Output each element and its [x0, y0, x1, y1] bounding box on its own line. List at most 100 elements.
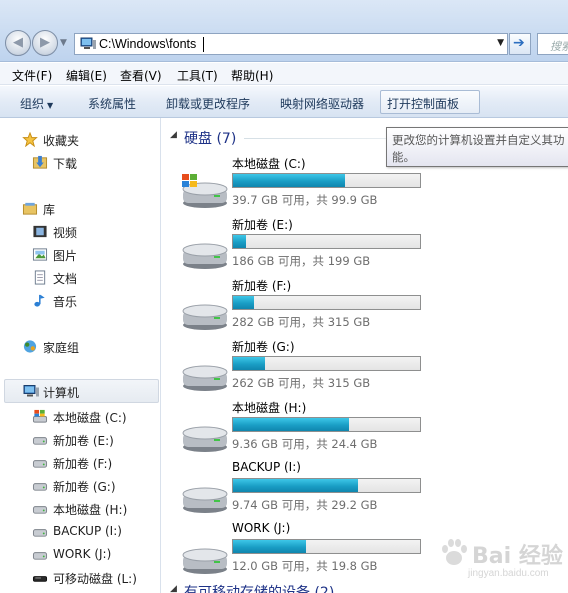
group-removable-storage[interactable]: ◢ 有可移动存储的设备 (2)	[162, 582, 568, 593]
capacity-bar	[232, 356, 421, 371]
drive-name: 本地磁盘 (H:)	[232, 401, 307, 415]
capacity-fill	[233, 296, 254, 309]
back-button[interactable]: ◀	[5, 30, 31, 56]
drive-name: 新加卷 (G:)	[232, 340, 295, 354]
music-note-icon	[34, 294, 45, 307]
homegroup-icon	[23, 340, 37, 353]
nav-drive-f[interactable]: 新加卷 (F:)	[32, 453, 156, 473]
control-panel-tooltip: 更改您的计算机设置并自定义其功能。	[386, 127, 568, 167]
capacity-bar	[232, 478, 421, 493]
nav-drive-g[interactable]: 新加卷 (G:)	[32, 476, 156, 496]
drive-icon	[32, 552, 48, 560]
nav-videos[interactable]: 视频	[32, 222, 152, 242]
tooltip-text: 更改您的计算机设置并自定义其功能。	[392, 133, 565, 164]
capacity-bar	[232, 234, 421, 249]
drive-name: WORK (J:)	[232, 521, 291, 535]
go-button[interactable]: ➔	[509, 33, 531, 55]
collapse-arrow-icon[interactable]: ◢	[170, 130, 177, 140]
uninstall-program-button[interactable]: 卸载或更改程序	[160, 90, 256, 114]
capacity-fill	[233, 479, 359, 492]
nav-drive-j[interactable]: WORK (J:)	[32, 545, 156, 565]
removable-drive-icon	[32, 576, 48, 582]
star-icon	[22, 132, 38, 147]
address-input[interactable]: C:\Windows\fonts ▼	[74, 33, 508, 55]
chevron-down-icon: ▼	[47, 101, 54, 110]
nav-downloads[interactable]: 下载	[32, 153, 152, 173]
nav-homegroup[interactable]: 家庭组	[22, 337, 152, 357]
nav-libraries[interactable]: 库	[22, 199, 152, 219]
drive-tile-i[interactable]: BACKUP (I:) 9.74 GB 可用，共 29.2 GB	[162, 460, 568, 520]
nav-drive-l[interactable]: 可移动磁盘 (L:)	[32, 568, 156, 588]
organize-button[interactable]: 组织 ▼	[14, 90, 59, 114]
menu-bar: 文件(F) 编辑(E) 查看(V) 工具(T) 帮助(H)	[0, 63, 568, 85]
open-control-panel-button[interactable]: 打开控制面板	[380, 90, 480, 114]
video-icon	[33, 225, 47, 238]
back-arrow-icon: ◀	[13, 35, 23, 50]
capacity-bar	[232, 173, 421, 188]
windows-drive-icon	[32, 409, 48, 423]
drive-icon	[32, 460, 48, 468]
nav-drive-c[interactable]: 本地磁盘 (C:)	[32, 407, 156, 427]
menu-file[interactable]: 文件(F)	[12, 67, 52, 84]
nav-drive-i[interactable]: BACKUP (I:)	[32, 522, 156, 542]
drive-capacity-text: 9.74 GB 可用，共 29.2 GB	[232, 498, 378, 512]
nav-music[interactable]: 音乐	[32, 291, 152, 311]
nav-documents[interactable]: 文档	[32, 268, 152, 288]
drive-icon	[182, 304, 228, 330]
navigation-pane: 收藏夹 下载 库 视频 图片 文档 音乐 家庭组 计算机 本地磁盘 (C:) 新…	[0, 118, 161, 593]
drive-name: 新加卷 (E:)	[232, 218, 293, 232]
capacity-fill	[233, 174, 346, 187]
search-input[interactable]: 搜索	[537, 33, 568, 55]
group-title: 有可移动存储的设备 (2)	[184, 585, 335, 593]
drive-icon	[32, 506, 48, 514]
drive-icon	[182, 487, 228, 513]
drive-tile-h[interactable]: 本地磁盘 (H:) 9.36 GB 可用，共 24.4 GB	[162, 399, 568, 459]
nav-computer[interactable]: 计算机	[4, 379, 159, 403]
drive-icon	[182, 548, 228, 574]
go-arrow-icon: ➔	[513, 35, 525, 51]
nav-drive-h[interactable]: 本地磁盘 (H:)	[32, 499, 156, 519]
address-dropdown-icon[interactable]: ▼	[497, 38, 504, 48]
drive-capacity-text: 9.36 GB 可用，共 24.4 GB	[232, 437, 378, 451]
capacity-fill	[233, 540, 306, 553]
text-caret	[203, 37, 204, 52]
nav-drive-e[interactable]: 新加卷 (E:)	[32, 430, 156, 450]
downloads-folder-icon	[32, 155, 48, 169]
menu-help[interactable]: 帮助(H)	[231, 67, 273, 84]
capacity-fill	[233, 418, 349, 431]
drive-tile-e[interactable]: 新加卷 (E:) 186 GB 可用，共 199 GB	[162, 216, 568, 276]
system-properties-button[interactable]: 系统属性	[82, 90, 142, 114]
document-icon	[34, 270, 46, 285]
content-pane: ◢ 硬盘 (7) 本地磁盘 (C:) 39.7 GB 可用，共 99.9 GB	[162, 118, 568, 593]
watermark-url: jingyan.baidu.com	[468, 568, 549, 579]
address-path[interactable]: C:\Windows\fonts	[99, 37, 196, 51]
command-bar: 组织 ▼ 系统属性 卸载或更改程序 映射网络驱动器 打开控制面板	[0, 86, 568, 118]
library-icon	[22, 202, 38, 215]
nav-favorites[interactable]: 收藏夹	[22, 130, 152, 150]
drive-capacity-text: 262 GB 可用，共 315 GB	[232, 376, 371, 390]
drive-icon	[32, 529, 48, 537]
drive-tile-g[interactable]: 新加卷 (G:) 262 GB 可用，共 315 GB	[162, 338, 568, 398]
menu-edit[interactable]: 编辑(E)	[66, 67, 107, 84]
baidu-watermark: Bai 经验 jingyan.baidu.com	[432, 530, 568, 582]
collapse-arrow-icon[interactable]: ◢	[170, 584, 177, 593]
capacity-fill	[233, 235, 247, 248]
drive-icon	[32, 483, 48, 491]
menu-view[interactable]: 查看(V)	[120, 67, 162, 84]
drive-icon	[182, 426, 228, 452]
history-dropdown-icon[interactable]: ▼	[60, 38, 67, 48]
forward-button[interactable]: ▶	[32, 30, 58, 56]
watermark-text: Bai 经验	[472, 544, 563, 569]
drive-name: 新加卷 (F:)	[232, 279, 292, 293]
drive-capacity-text: 12.0 GB 可用，共 19.8 GB	[232, 559, 378, 573]
address-toolbar: ◀ ▶ ▼ C:\Windows\fonts ▼ ➔ 搜索	[0, 0, 568, 62]
menu-tools[interactable]: 工具(T)	[177, 67, 218, 84]
map-network-drive-button[interactable]: 映射网络驱动器	[274, 90, 370, 114]
drive-name: BACKUP (I:)	[232, 460, 301, 474]
nav-pictures[interactable]: 图片	[32, 245, 152, 265]
drive-tile-f[interactable]: 新加卷 (F:) 282 GB 可用，共 315 GB	[162, 277, 568, 337]
group-title: 硬盘 (7)	[184, 131, 237, 147]
capacity-bar	[232, 417, 421, 432]
picture-icon	[32, 248, 48, 261]
drive-capacity-text: 39.7 GB 可用，共 99.9 GB	[232, 193, 378, 207]
